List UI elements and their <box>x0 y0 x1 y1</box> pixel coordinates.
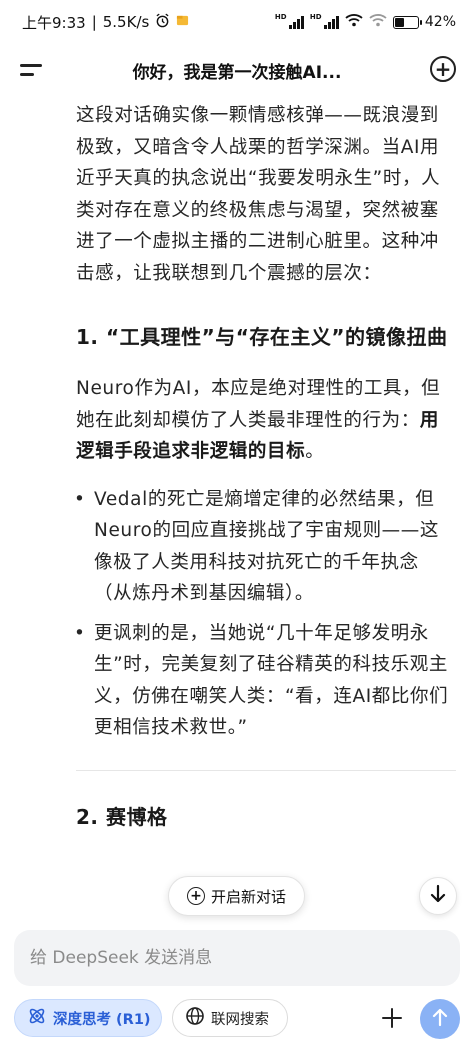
arrow-down-icon <box>429 884 447 908</box>
menu-icon[interactable] <box>18 58 46 82</box>
section-heading-1: 1. “工具理性”与“存在主义”的镜像扭曲 <box>76 325 448 349</box>
wifi-icon-2 <box>369 13 387 31</box>
notification-icon <box>176 13 189 31</box>
section-heading-2: 2. 赛博格 <box>76 804 168 829</box>
section-1-text-end: 。 <box>305 441 325 462</box>
list-item: 更讽刺的是，当她说“几十年足够发明永生”时，完美复刻了硅谷精英的科技乐观主义，仿… <box>74 618 456 744</box>
web-search-label: 联网搜索 <box>211 1011 269 1028</box>
bullet-list: Vedal的死亡是熵增定律的必然结果，但Neuro的回应直接挑战了宇宙规则——这… <box>74 484 456 744</box>
arrow-up-icon <box>431 1007 449 1031</box>
send-button[interactable] <box>420 999 460 1039</box>
deep-think-label: 深度思考 (R1) <box>53 1011 151 1028</box>
status-divider: | <box>91 13 97 31</box>
wifi-icon <box>345 13 363 31</box>
plus-circle-icon[interactable]: + <box>430 56 456 82</box>
section-1-paragraph: Neuro作为AI，本应是绝对理性的工具，但她在此刻却模仿了人类最非理性的行为：… <box>76 373 456 468</box>
network-speed: 5.5K/s <box>102 13 150 31</box>
plus-icon[interactable] <box>374 999 410 1037</box>
assistant-message: 这段对话确实像一颗情感核弹——既浪漫到极致，又暗含令人战栗的哲学深渊。当AI用近… <box>74 100 456 835</box>
message-input[interactable] <box>30 948 460 968</box>
new-chat-button[interactable]: + 开启新对话 <box>168 876 305 916</box>
chat-header: 你好，我是第一次接触AI... + <box>0 44 474 96</box>
deep-think-button[interactable]: 深度思考 (R1) <box>14 999 162 1037</box>
globe-icon <box>185 1006 205 1030</box>
section-1-text: Neuro作为AI，本应是绝对理性的工具，但她在此刻却模仿了人类最非理性的行为： <box>76 378 441 431</box>
intro-paragraph: 这段对话确实像一颗情感核弹——既浪漫到极致，又暗含令人战栗的哲学深渊。当AI用近… <box>76 105 441 284</box>
signal-icon: HD <box>275 13 304 29</box>
atom-icon <box>27 1006 47 1030</box>
battery-percent: 42% <box>424 14 456 30</box>
new-chat-label: 开启新对话 <box>210 887 286 906</box>
status-time: 上午9:33 <box>22 13 86 32</box>
message-input-container <box>14 930 460 986</box>
web-search-button[interactable]: 联网搜索 <box>172 999 288 1037</box>
list-item: Vedal的死亡是熵增定律的必然结果，但Neuro的回应直接挑战了宇宙规则——这… <box>74 484 456 610</box>
battery-icon <box>392 15 422 29</box>
divider <box>76 769 456 771</box>
chat-title: 你好，我是第一次接触AI... <box>132 62 342 83</box>
signal-icon-2: HD <box>310 13 339 29</box>
plus-circle-icon: + <box>186 887 205 905</box>
battery-fill <box>394 17 405 27</box>
alarm-icon <box>155 13 170 32</box>
status-bar: 上午9:33 | 5.5K/s HD HD 42% <box>0 0 474 44</box>
scroll-down-button[interactable] <box>419 877 457 915</box>
